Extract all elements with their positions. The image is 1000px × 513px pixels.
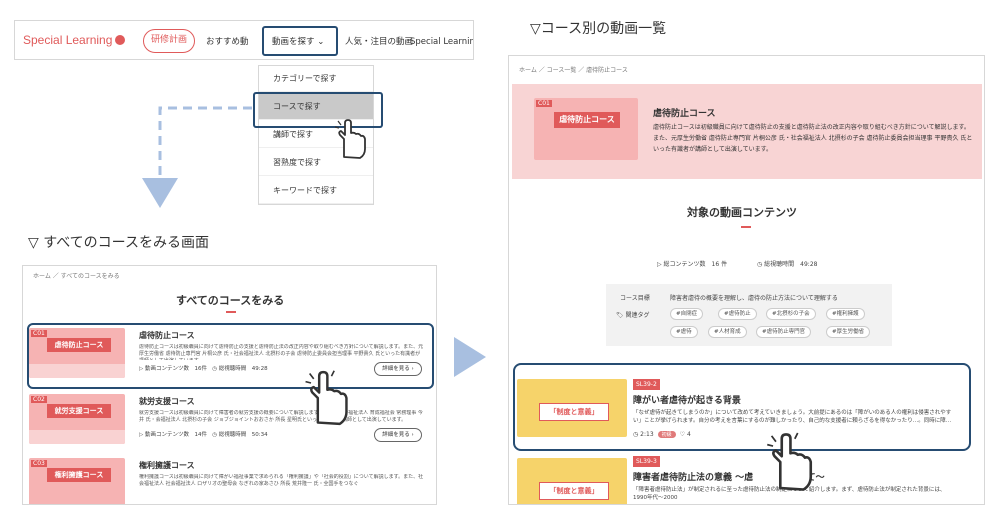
pointing-hand-icon bbox=[767, 432, 813, 491]
section-heading-all-courses: ▽ すべてのコースをみる画面 bbox=[28, 235, 209, 251]
detail-button[interactable]: 詳細を見る › bbox=[374, 428, 422, 442]
course-title: 就労支援コース bbox=[139, 397, 195, 406]
course-meta: ▷ 動画コンテンツ数 14件 ◷ 総視聴時間 50:34 bbox=[139, 432, 268, 438]
dropdown-item-category[interactable]: カテゴリーで探す bbox=[259, 66, 373, 92]
course-thumbnail: C01 虐待防止コース bbox=[534, 98, 638, 160]
tag-chip[interactable]: #権利擁護 bbox=[826, 308, 865, 320]
section-heading-course-videos: ▽コース別の動画一覧 bbox=[530, 21, 667, 37]
thumbnail-illustration bbox=[29, 430, 125, 444]
tag-chip[interactable]: #虐待防止専門官 bbox=[756, 326, 812, 338]
tag-chip[interactable]: #厚生労働省 bbox=[826, 326, 871, 338]
flow-arrow-right bbox=[454, 337, 486, 377]
title-underline bbox=[226, 311, 236, 313]
page-title: すべてのコースをみる bbox=[176, 294, 285, 307]
video-icon: ▷ bbox=[139, 432, 144, 438]
goal-text: 障害者虐待の概要を理解し、虐待の防止方法について理解する bbox=[670, 295, 838, 302]
logo-mark-icon bbox=[115, 35, 126, 45]
nav-popular[interactable]: 人気・注目の動画 bbox=[345, 35, 413, 47]
pointing-hand-icon bbox=[334, 119, 366, 159]
nav-about[interactable]: Special Learningとし bbox=[410, 35, 473, 47]
course-code: C03 bbox=[31, 460, 47, 467]
course-thumbnail: C03 権利擁護コース bbox=[29, 458, 125, 504]
video-icon: ▷ bbox=[657, 261, 662, 268]
tag-chip[interactable]: #自閉症 bbox=[670, 308, 704, 320]
course-title: 権利擁護コース bbox=[139, 461, 195, 470]
thumbnail-caption: 「制度と意義」 bbox=[539, 482, 609, 500]
total-content-count: ▷ 総コンテンツ数 16 件 bbox=[657, 261, 728, 268]
tags-label: 🏷 関連タグ bbox=[616, 312, 650, 319]
site-logo[interactable]: Special Learning bbox=[23, 33, 126, 47]
nav-recommended[interactable]: おすすめ動 bbox=[206, 35, 249, 47]
thumbnail-title: 権利擁護コース bbox=[47, 468, 111, 482]
tag-icon: 🏷 bbox=[616, 312, 624, 319]
video-thumbnail: 「制度と意義」 bbox=[517, 458, 627, 504]
thumbnail-title: 虐待防止コース bbox=[554, 112, 620, 128]
course-card-highlight-frame bbox=[27, 323, 434, 389]
goal-label: コース目標 bbox=[620, 295, 650, 302]
training-plan-button[interactable]: 研修計画 bbox=[143, 29, 195, 53]
course-description: 権利擁護コースは初級職員に向けて障がい福祉事業で求められる「権利擁護」や「社会的… bbox=[139, 474, 424, 487]
total-watch-time: ◷ 総視聴時間 49:28 bbox=[757, 261, 818, 268]
video-code-badge: SL39-3 bbox=[633, 456, 660, 467]
pointing-hand-icon bbox=[305, 370, 348, 426]
video-card[interactable]: 「制度と意義」 SL39-3 障害者虐待防止法の意義 〜虐 えて〜 「障害者虐待… bbox=[509, 454, 984, 504]
course-card[interactable]: C03 権利擁護コース 権利擁護コース 権利擁護コースは初級職員に向けて障がい福… bbox=[29, 458, 433, 504]
tag-chip[interactable]: #人材育成 bbox=[708, 326, 747, 338]
course-thumbnail: C02 就労支援コース bbox=[29, 394, 125, 444]
course-description: 就労支援コースは初級職員に向けて障害者の就労支援の概要について解説します。また、… bbox=[139, 410, 423, 423]
breadcrumb: ホーム ／ コース一覧 ／ 虐待防止コース bbox=[519, 67, 628, 74]
course-card[interactable]: C02 就労支援コース 就労支援コース 就労支援コースは初級職員に向けて障害者の… bbox=[29, 394, 433, 450]
title-underline bbox=[741, 226, 751, 228]
site-navbar: Special Learning 研修計画 おすすめ動 動画を探す ⌄ 人気・注… bbox=[14, 20, 474, 60]
nav-highlight-frame bbox=[262, 26, 338, 56]
dropdown-item-keyword[interactable]: キーワードで探す bbox=[259, 178, 373, 204]
clock-icon: ◷ bbox=[212, 432, 218, 438]
breadcrumb: ホーム ／ すべてのコースをみる bbox=[33, 273, 120, 280]
thumbnail-title: 就労支援コース bbox=[47, 404, 111, 418]
flow-arrow-down bbox=[142, 106, 252, 208]
tag-chip[interactable]: #虐待防止 bbox=[718, 308, 757, 320]
tag-chip[interactable]: #虐待 bbox=[670, 326, 698, 338]
course-goals-box: コース目標 障害者虐待の概要を理解し、虐待の防止方法について理解する 🏷 関連タ… bbox=[606, 284, 892, 346]
clock-icon: ◷ bbox=[757, 261, 763, 268]
video-card-highlight-frame bbox=[513, 363, 971, 451]
course-code: C02 bbox=[31, 396, 47, 403]
course-code: C01 bbox=[536, 100, 552, 107]
course-title: 虐待防止コース bbox=[653, 109, 716, 119]
tag-chip[interactable]: #北摂杉の子会 bbox=[766, 308, 816, 320]
course-description: 虐待防止コースは初級職員に向けて虐待防止の支援と虐待防止法の改正内容や取り組むべ… bbox=[653, 124, 973, 153]
section-title: 対象の動画コンテンツ bbox=[687, 206, 797, 219]
course-banner: C01 虐待防止コース 虐待防止コース 虐待防止コースは初級職員に向けて虐待防止… bbox=[512, 84, 982, 179]
